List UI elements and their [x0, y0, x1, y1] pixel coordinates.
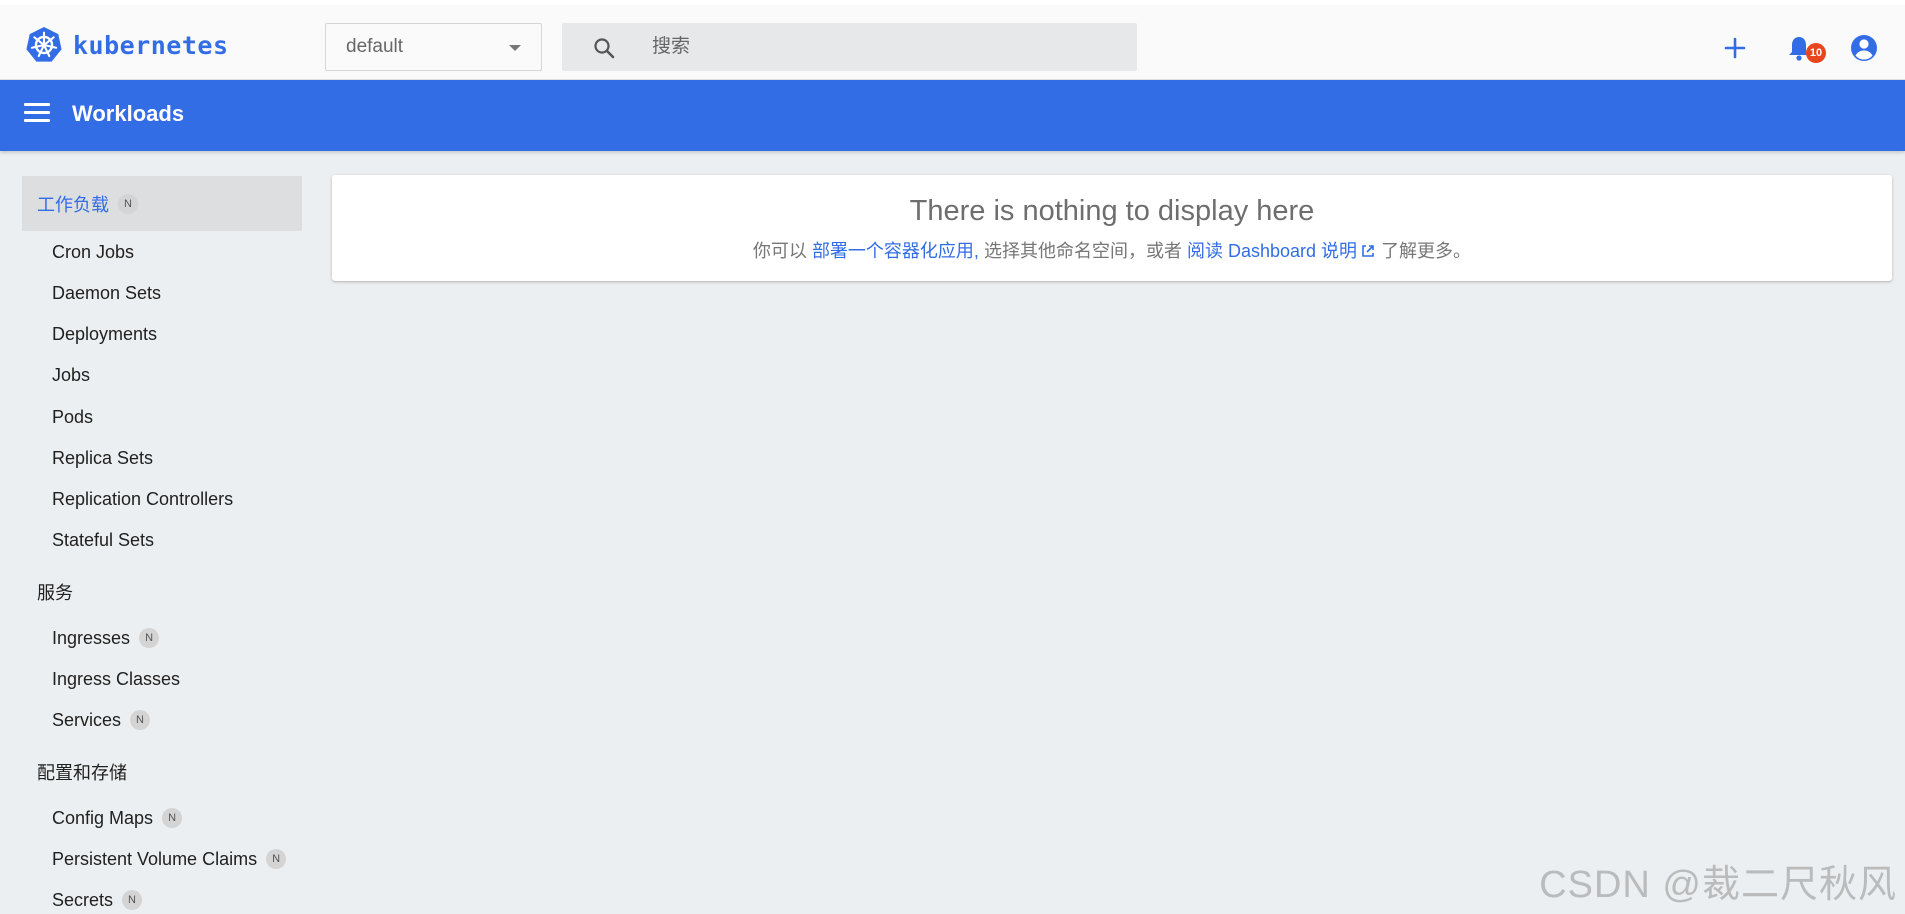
sidebar-item-label: Persistent Volume Claims	[52, 848, 258, 869]
dropdown-caret-icon	[509, 45, 521, 51]
category-label: 配置和存储	[37, 762, 127, 783]
sidebar-item-jobs[interactable]: Jobs	[52, 360, 90, 390]
sidebar-item-deployments[interactable]: Deployments	[52, 319, 157, 349]
empty-state-card: There is nothing to display here 你可以 部署一…	[332, 175, 1892, 281]
sidebar-item-label: Services	[52, 709, 122, 730]
sidebar-item-label: Cron Jobs	[52, 241, 135, 262]
sidebar-category-workloads[interactable]: 工作负载 N	[22, 176, 302, 231]
message-prefix: 你可以	[752, 241, 807, 261]
sidebar-item-ingresses[interactable]: Ingresses N	[52, 623, 160, 653]
namespaced-badge: N	[162, 808, 183, 828]
sidebar-item-pods[interactable]: Pods	[52, 402, 93, 432]
search-icon	[594, 38, 615, 59]
sidebar-item-ingress-classes[interactable]: Ingress Classes	[52, 664, 180, 694]
sidebar-item-replication-controllers[interactable]: Replication Controllers	[52, 484, 233, 514]
message-middle: 选择其他命名空间，或者	[983, 241, 1182, 261]
sidebar-item-label: Replica Sets	[52, 447, 154, 468]
account-circle-icon[interactable]	[1849, 33, 1879, 63]
search-input[interactable]	[652, 31, 1112, 63]
sidebar-item-stateful-sets[interactable]: Stateful Sets	[52, 525, 154, 555]
sidebar-category-services[interactable]: 服务	[22, 564, 302, 619]
empty-state-message: 你可以 部署一个容器化应用, 选择其他命名空间，或者 阅读 Dashboard …	[332, 237, 1892, 263]
docs-link-wrapper[interactable]: 阅读 Dashboard 说明	[1187, 241, 1376, 261]
sidebar-item-daemon-sets[interactable]: Daemon Sets	[52, 278, 161, 308]
namespace-select[interactable]: default	[325, 23, 542, 71]
namespaced-badge: N	[266, 849, 287, 869]
brand-name: kubernetes	[73, 30, 229, 60]
sidebar-item-secrets[interactable]: Secrets N	[52, 885, 143, 914]
namespaced-badge: N	[118, 193, 138, 214]
deploy-app-link[interactable]: 部署一个容器化应用,	[812, 241, 979, 261]
page-title: Workloads	[72, 101, 185, 126]
docs-link[interactable]: 阅读 Dashboard 说明	[1187, 241, 1357, 261]
category-label: 工作负载	[37, 194, 109, 215]
kubernetes-helm-icon	[26, 26, 62, 62]
top-bar: kubernetes default 10	[0, 0, 1905, 80]
sidebar-category-config-storage[interactable]: 配置和存储	[22, 744, 302, 799]
sidebar-item-label: Daemon Sets	[52, 282, 162, 303]
sidebar-item-label: Ingress Classes	[52, 668, 181, 689]
notification-badge: 10	[1806, 43, 1826, 63]
sidebar-item-services[interactable]: Services N	[52, 705, 151, 735]
message-suffix: 了解更多。	[1381, 241, 1472, 261]
sidebar-item-persistent-volume-claims[interactable]: Persistent Volume Claims N	[52, 844, 287, 874]
search-bar[interactable]	[562, 23, 1137, 71]
sidebar-item-label: Jobs	[52, 364, 91, 385]
sidebar-item-replica-sets[interactable]: Replica Sets	[52, 443, 153, 473]
namespaced-badge: N	[139, 628, 160, 648]
namespace-value: default	[346, 36, 404, 57]
sidebar-item-label: Pods	[52, 406, 94, 427]
sidebar-item-label: Ingresses	[52, 627, 131, 648]
empty-state-heading: There is nothing to display here	[909, 195, 1315, 227]
sidebar-item-label: Config Maps	[52, 807, 154, 828]
watermark: CSDN @裁二尺秋风	[1539, 864, 1897, 906]
plus-icon[interactable]	[1720, 33, 1750, 63]
sidebar-item-label: Deployments	[52, 323, 158, 344]
sidebar-item-cron-jobs[interactable]: Cron Jobs	[52, 237, 134, 267]
sidebar-item-label: Stateful Sets	[52, 529, 155, 550]
category-label: 服务	[37, 582, 73, 603]
sidebar-item-label: Secrets	[52, 889, 114, 910]
sidebar-item-label: Replication Controllers	[52, 488, 234, 509]
page-header: Workloads	[0, 80, 1905, 151]
hamburger-menu-icon[interactable]	[24, 103, 50, 127]
external-link-icon	[1362, 245, 1374, 257]
namespaced-badge: N	[122, 890, 143, 910]
sidebar-item-config-maps[interactable]: Config Maps N	[52, 803, 183, 833]
sidebar: 工作负载 N Cron Jobs Daemon Sets Deployments…	[0, 151, 310, 914]
namespaced-badge: N	[130, 710, 151, 730]
kubernetes-logo[interactable]: kubernetes	[25, 25, 229, 65]
